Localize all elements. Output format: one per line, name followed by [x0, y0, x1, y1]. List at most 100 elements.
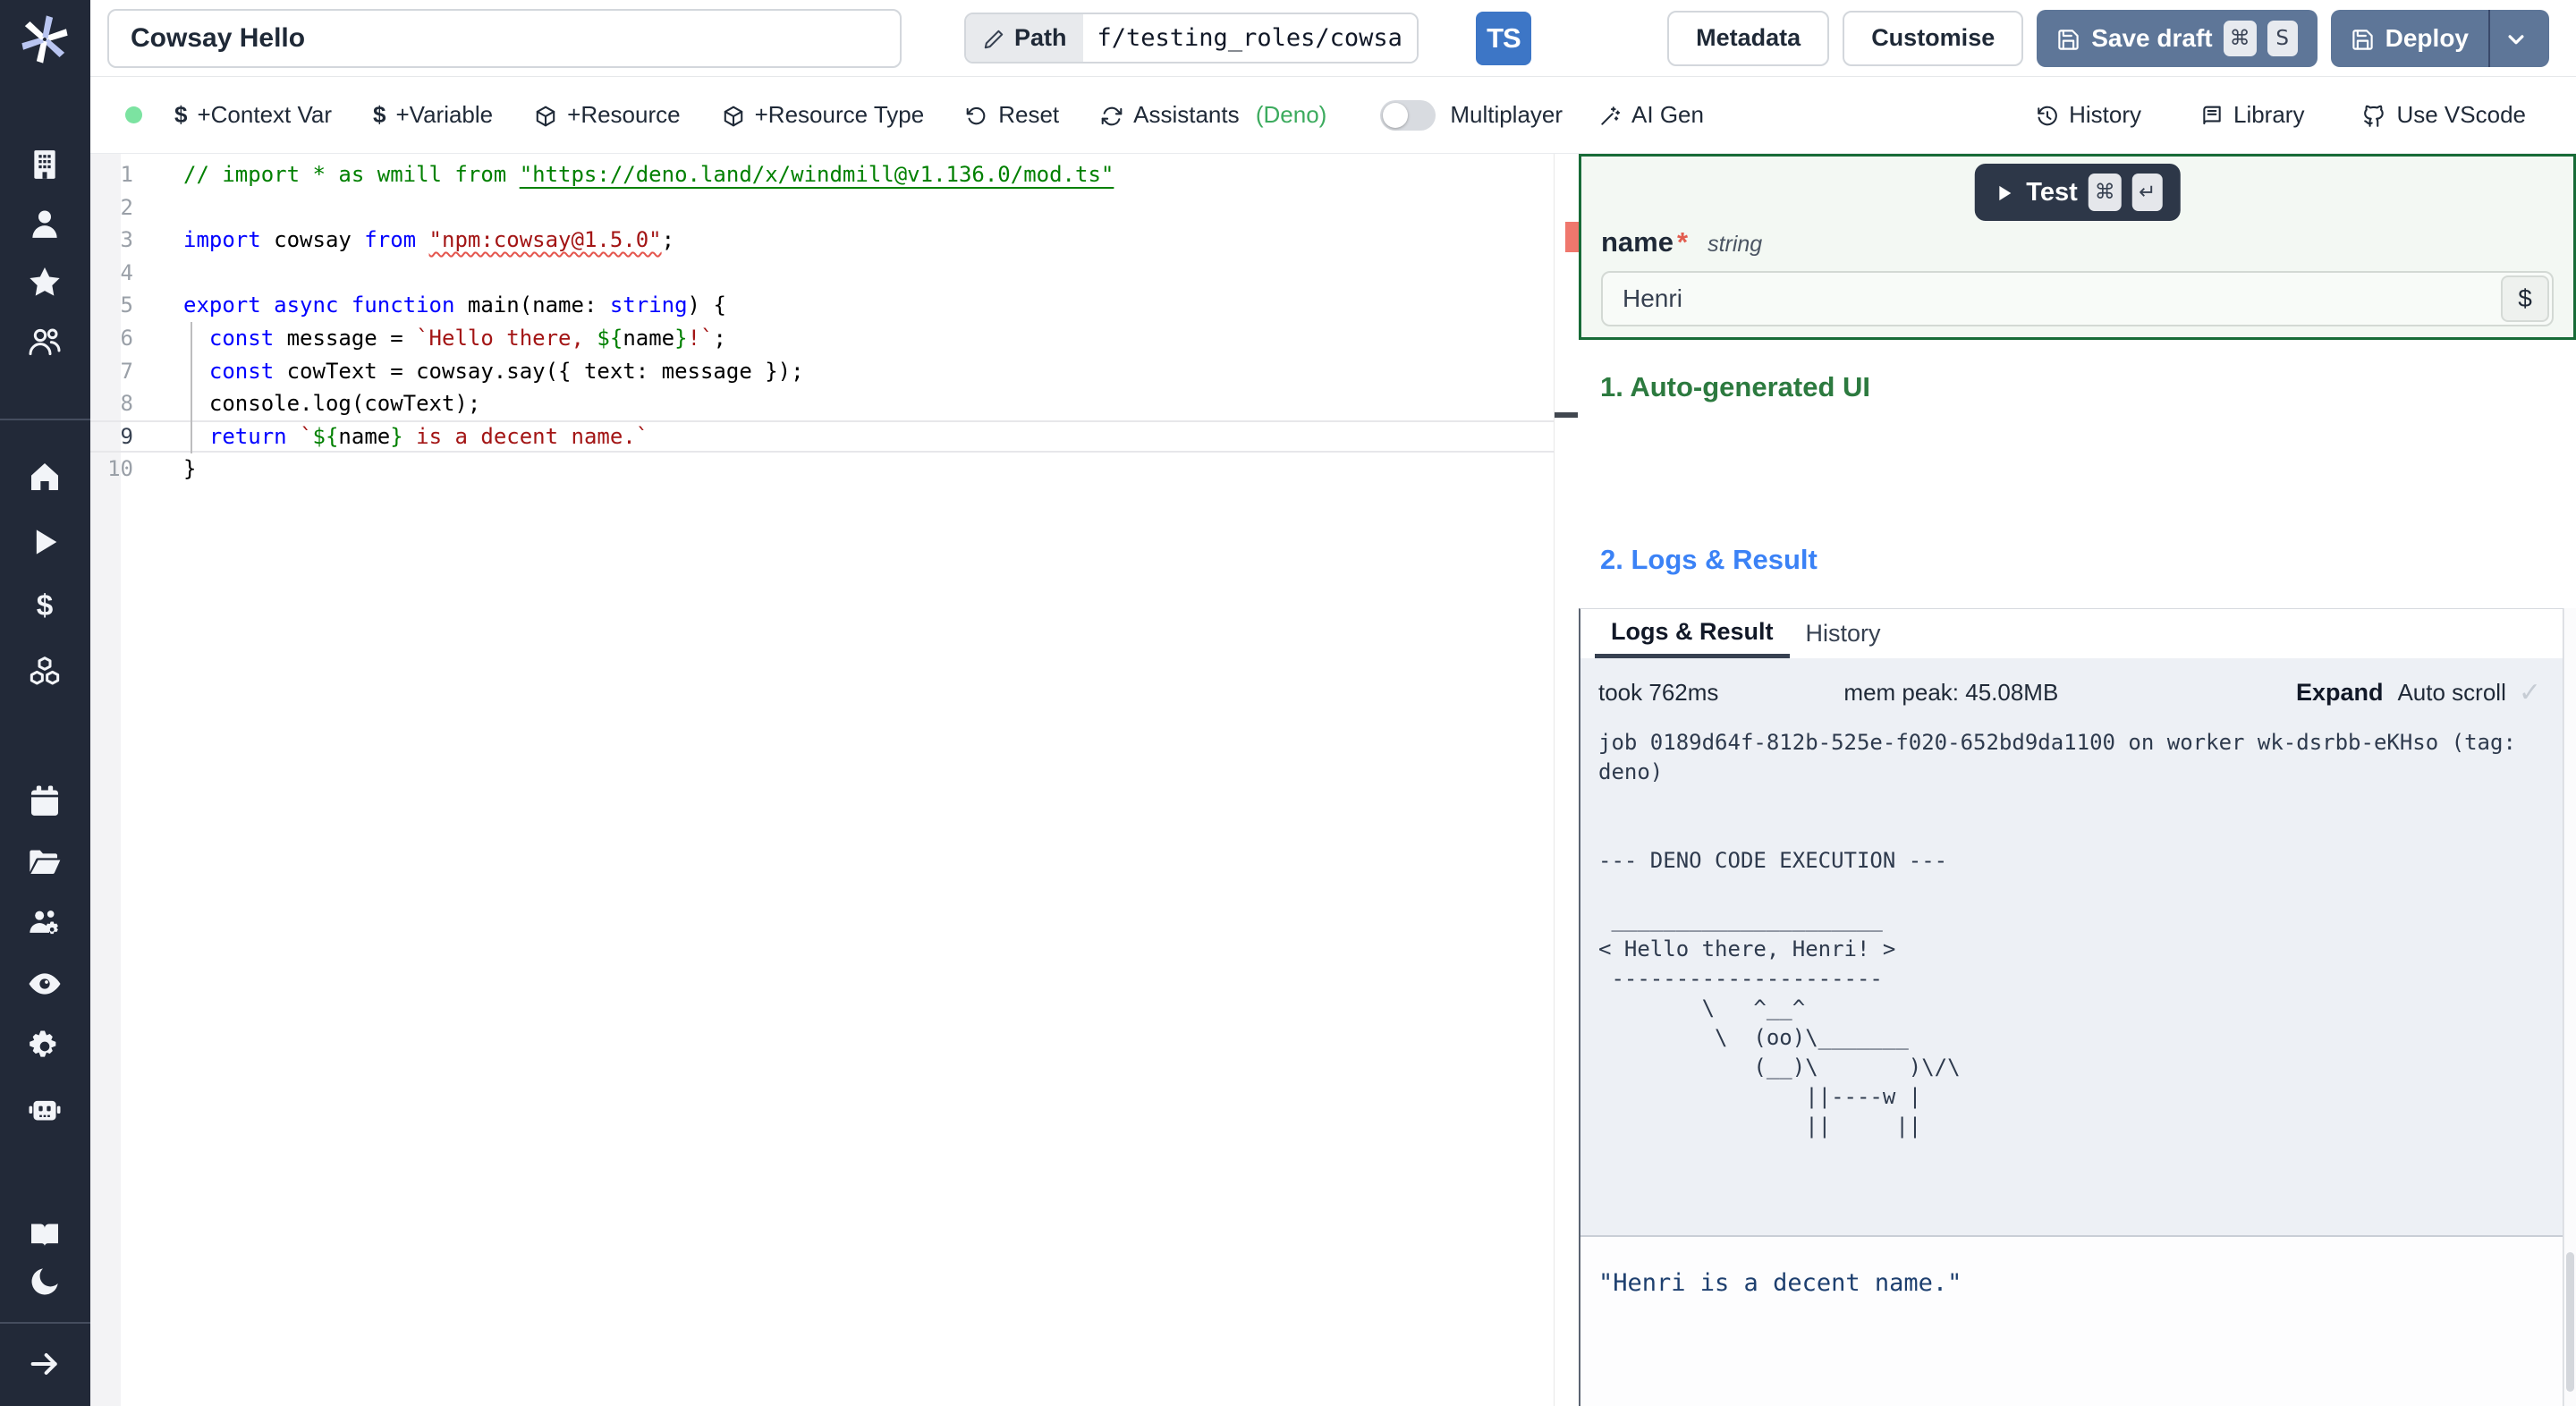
error-marker	[1565, 222, 1579, 252]
toolbar-item-label: Use VScode	[2396, 101, 2526, 128]
path-label: Path	[1014, 24, 1067, 51]
tab-history[interactable]: History	[1790, 609, 1897, 658]
main-area: Path f/testing_roles/cowsa TS Metadata C…	[90, 0, 2576, 1406]
toolbar-right: History Library Use VScode	[1977, 101, 2526, 129]
toolbar-context-var-button[interactable]: $ +Context Var	[174, 101, 332, 129]
windmill-logo[interactable]	[16, 11, 73, 68]
sidebar-item-users[interactable]	[27, 324, 63, 360]
customise-button[interactable]: Customise	[1843, 10, 2024, 66]
code-line-3[interactable]: 3 import cowsay from "npm:cowsay@1.5.0";	[90, 224, 1554, 257]
code-line-10[interactable]: 10}	[90, 453, 1554, 486]
cmd-key-badge: ⌘	[2088, 174, 2122, 211]
ai-gen-button[interactable]: AI Gen	[1598, 101, 1704, 129]
section-logs-result: 2. Logs & Result	[1600, 544, 1818, 575]
sidebar-item-gear[interactable]	[27, 1029, 63, 1064]
editor-overview-ruler[interactable]	[1554, 154, 1579, 1406]
line-number: 7	[120, 358, 133, 384]
sidebar-item-home[interactable]	[27, 459, 63, 495]
field-type: string	[1707, 232, 1763, 257]
deploy-button[interactable]: Deploy	[2330, 9, 2549, 67]
package-icon	[722, 101, 745, 129]
sidebar-item-arrow-right[interactable]	[27, 1346, 63, 1382]
cursor-marker	[1555, 412, 1578, 418]
logs-area[interactable]: took 762ms mem peak: 45.08MB Expand Auto…	[1580, 658, 2563, 1235]
sidebar: $	[0, 0, 90, 1406]
toolbar-variable-button[interactable]: $ +Variable	[373, 101, 493, 129]
scrollbar-thumb[interactable]	[2566, 1252, 2574, 1392]
code-line-9[interactable]: 9 return `${name} is a decent name.`	[90, 419, 1554, 453]
toolbar-resource-type-button[interactable]: +Resource Type	[722, 101, 924, 129]
code-line-5[interactable]: 5 export async function main(name: string…	[90, 289, 1554, 322]
s-key-badge: S	[2267, 20, 2298, 56]
deploy-label: Deploy	[2385, 23, 2469, 52]
star-icon	[27, 267, 63, 296]
line-content: // import * as wmill from "https://deno.…	[183, 162, 1114, 187]
sidebar-item-folder[interactable]	[27, 844, 63, 880]
section-auto-generated-ui: 1. Auto-generated UI	[1600, 371, 1870, 402]
sidebar-item-robot[interactable]	[27, 1091, 63, 1127]
metadata-button[interactable]: Metadata	[1667, 10, 1830, 66]
users-icon	[27, 328, 63, 356]
code-line-6[interactable]: 6 const message = `Hello there, ${name}!…	[90, 322, 1554, 355]
test-label: Test	[2026, 177, 2078, 207]
test-button[interactable]: Test ⌘ ↵	[1974, 164, 2181, 221]
code-line-1[interactable]: 1 // import * as wmill from "https://deno…	[90, 158, 1554, 191]
run-duration: took 762ms	[1598, 678, 1719, 706]
dollar-icon: $	[27, 589, 63, 623]
tab-logs-result[interactable]: Logs & Result	[1595, 609, 1790, 658]
code-line-8[interactable]: 8 console.log(cowText);	[90, 387, 1554, 420]
script-title-input[interactable]	[107, 8, 902, 68]
save-draft-button[interactable]: Save draft ⌘ S	[2037, 9, 2318, 67]
toolbar-library-button[interactable]: Library	[2200, 101, 2304, 129]
autoscroll-label: Auto scroll	[2397, 678, 2506, 706]
results-tabs: Logs & Result History	[1580, 609, 2563, 658]
result-value: "Henri is a decent name."	[1598, 1269, 1962, 1297]
result-area[interactable]: "Henri is a decent name."	[1580, 1235, 2563, 1406]
sidebar-item-book[interactable]	[27, 1217, 63, 1253]
code-line-2[interactable]: 2	[90, 191, 1554, 224]
toolbar-reset-button[interactable]: Reset	[965, 101, 1059, 129]
cubes-icon	[27, 656, 63, 685]
toolbar-use-vscode-button[interactable]: Use VScode	[2363, 101, 2526, 129]
name-arg-input[interactable]	[1601, 271, 2554, 326]
toolbar-assistants-button[interactable]: Assistants (Deno)	[1100, 101, 1326, 129]
multiplayer-toggle[interactable]	[1380, 99, 1436, 131]
sidebar-item-play[interactable]	[27, 524, 63, 560]
sidebar-item-user[interactable]	[27, 206, 63, 241]
save-icon	[2056, 24, 2080, 53]
cmd-key-badge: ⌘	[2223, 20, 2257, 56]
code-line-4[interactable]: 4	[90, 257, 1554, 290]
insert-variable-button[interactable]: $	[2501, 275, 2549, 322]
toggle-knob	[1383, 102, 1409, 128]
line-content: }	[183, 456, 197, 482]
sidebar-item-building[interactable]	[27, 147, 63, 182]
deno-accent-label: (Deno)	[1249, 101, 1327, 128]
results-scrollbar[interactable]	[2563, 608, 2576, 1406]
toolbar-resource-button[interactable]: +Resource	[534, 101, 681, 129]
play-icon	[1992, 178, 2015, 208]
code-line-7[interactable]: 7 const cowText = cowsay.say({ text: mes…	[90, 355, 1554, 388]
pencil-icon	[982, 24, 1005, 52]
chevron-down-icon[interactable]	[2503, 23, 2529, 53]
sidebar-item-moon[interactable]	[27, 1264, 63, 1300]
path-button[interactable]: Path f/testing_roles/cowsa	[964, 13, 1419, 64]
sidebar-item-dollar[interactable]: $	[27, 589, 63, 624]
gear-icon	[27, 1030, 63, 1057]
line-number: 9	[120, 423, 133, 449]
deploy-split-divider	[2488, 9, 2490, 67]
eye-icon	[27, 973, 63, 995]
sidebar-item-cubes[interactable]	[27, 654, 63, 690]
sidebar-item-star[interactable]	[27, 265, 63, 301]
sidebar-item-calendar[interactable]	[27, 783, 63, 819]
line-number: 2	[120, 194, 133, 220]
sidebar-item-eye[interactable]	[27, 966, 63, 1002]
history-icon	[2036, 101, 2059, 129]
building-icon	[27, 150, 63, 179]
arrow-right-icon	[27, 1353, 63, 1375]
save-icon	[2351, 24, 2375, 53]
expand-button[interactable]: Expand	[2296, 679, 2384, 707]
autoscroll-checkbox[interactable]: ✓	[2519, 677, 2541, 708]
code-editor[interactable]: 1 // import * as wmill from "https://deno…	[90, 154, 1579, 1406]
toolbar-history-button[interactable]: History	[2036, 101, 2141, 129]
sidebar-item-user-gear[interactable]	[27, 905, 63, 941]
